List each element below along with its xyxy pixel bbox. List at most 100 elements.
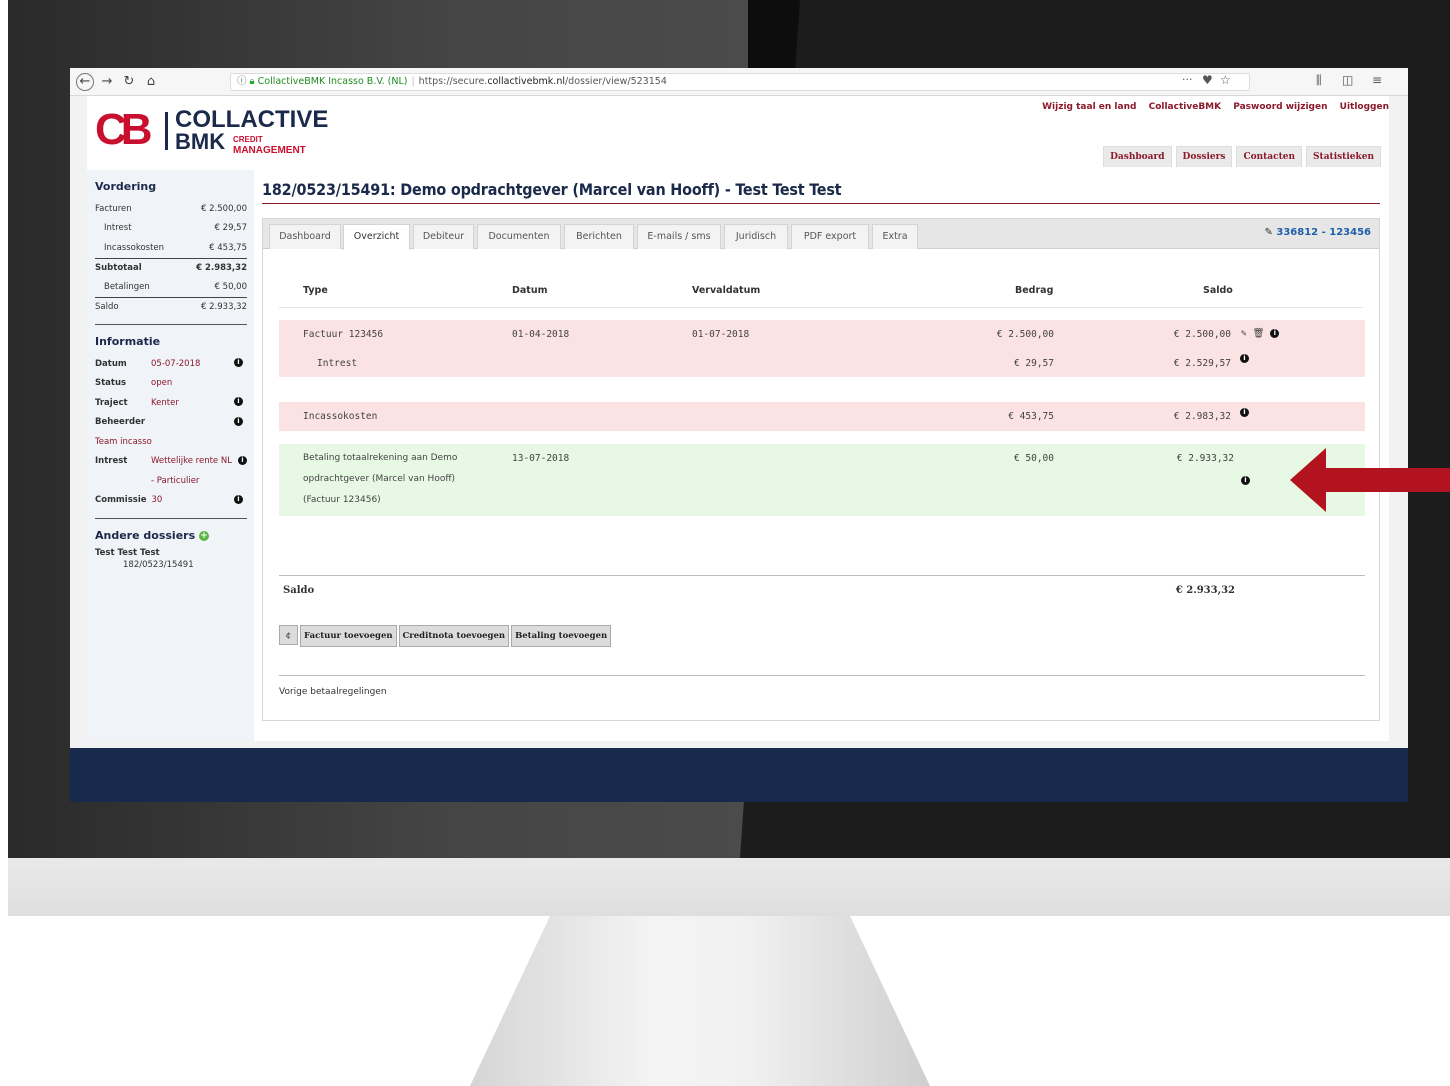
delete-icon[interactable]: 🗑︎ <box>1252 328 1264 339</box>
cell-datum: 13-07-2018 <box>512 453 570 464</box>
cell-sub-bedrag: € 29,57 <box>1013 358 1054 369</box>
cell-bedrag: € 2.500,00 <box>996 329 1054 340</box>
row-label: Intrest <box>95 456 128 467</box>
row-label: Betalingen <box>104 281 150 292</box>
vordering-title: Vordering <box>95 180 157 193</box>
info-icon[interactable]: ⓘ <box>237 76 247 87</box>
dossier-number-link[interactable]: ✎ 336812 - 123456 <box>1265 227 1371 238</box>
info-row-status: Status open <box>95 374 247 394</box>
info-icon[interactable]: i <box>234 416 243 426</box>
cell-type-line1: Betaling totaalrekening aan Demo <box>303 453 458 463</box>
info-icon[interactable]: i <box>1240 408 1249 417</box>
logo-line4: MANAGEMENT <box>233 145 306 156</box>
action-buttons: ¢ Factuur toevoegen Creditnota toevoegen… <box>279 625 612 647</box>
vordering-row: Intrest € 29,57 <box>95 219 247 239</box>
main-nav: Dashboard Dossiers Contacten Statistieke… <box>1103 146 1381 167</box>
nav-statistieken[interactable]: Statistieken <box>1306 146 1381 167</box>
add-creditnote-button[interactable]: Creditnota toevoegen <box>398 625 510 647</box>
info-row-beheerder-value: Team incasso <box>95 432 247 452</box>
table-row: Incassokosten € 453,75 € 2.983,32 i <box>279 402 1365 431</box>
tab-documenten[interactable]: Documenten <box>477 224 561 249</box>
row-label: Traject <box>95 397 128 408</box>
info-icon[interactable]: i <box>1241 476 1250 485</box>
sidebar-icon[interactable]: ◫ <box>1342 73 1353 87</box>
table-row: Factuur 123456 01-04-2018 01-07-2018 € 2… <box>279 320 1365 377</box>
add-icon[interactable]: + <box>198 531 209 541</box>
row-value[interactable]: open <box>151 378 172 388</box>
cell-vervaldatum: 01-07-2018 <box>692 329 750 340</box>
tab-overzicht[interactable]: Overzicht <box>343 224 410 250</box>
reload-icon[interactable]: ↻ <box>120 73 138 91</box>
previous-arrangements-link[interactable]: Vorige betaalregelingen <box>279 687 387 697</box>
tab-pdf-export[interactable]: PDF export <box>791 224 869 249</box>
tab-juridisch[interactable]: Juridisch <box>724 224 788 249</box>
edit-icon[interactable]: ✎ <box>1241 328 1247 339</box>
add-invoice-button[interactable]: Factuur toevoegen <box>300 625 397 647</box>
summary-value: € 2.933,32 <box>1175 585 1235 596</box>
nav-dossiers[interactable]: Dossiers <box>1175 146 1233 167</box>
nav-contacten[interactable]: Contacten <box>1236 146 1303 167</box>
info-row-traject: Traject Kenter i <box>95 393 247 413</box>
info-icon[interactable]: i <box>234 397 243 406</box>
andere-dossier-number[interactable]: 182/0523/15491 <box>95 560 247 570</box>
andere-dossiers-label: Andere dossiers <box>95 529 196 542</box>
forward-icon[interactable]: → <box>98 73 116 91</box>
info-icon[interactable]: i <box>1240 354 1249 363</box>
andere-dossier-name[interactable]: Test Test Test <box>95 548 247 558</box>
cell-type-line2: opdrachtgever (Marcel van Hooff) <box>303 474 456 484</box>
row-value[interactable]: Wettelijke rente NL <box>151 456 232 466</box>
sidebar-divider <box>95 518 247 519</box>
edit-icon[interactable]: ✎ <box>1265 227 1273 238</box>
info-row-intrest: Intrest Wettelijke rente NL i <box>95 452 247 472</box>
summary-label: Saldo <box>283 585 315 596</box>
row-value: € 2.933,32 <box>201 301 247 312</box>
more-actions-icon[interactable]: ··· <box>1182 73 1193 86</box>
tab-debiteur[interactable]: Debiteur <box>413 224 474 249</box>
tab-extra[interactable]: Extra <box>872 224 918 249</box>
row-label: Beheerder <box>95 417 146 428</box>
link-change-password[interactable]: Paswoord wijzigen <box>1233 102 1327 112</box>
home-icon[interactable]: ⌂ <box>142 73 160 91</box>
page-title: 182/0523/15491: Demo opdrachtgever (Marc… <box>262 180 1380 204</box>
add-payment-button[interactable]: Betaling toevoegen <box>511 625 612 647</box>
sidebar: Vordering Facturen € 2.500,00 Intrest € 29… <box>87 170 254 741</box>
nav-dashboard[interactable]: Dashboard <box>1103 146 1172 167</box>
row-value: 05-07-2018 <box>151 358 201 369</box>
link-account[interactable]: CollactiveBMK <box>1149 102 1222 112</box>
logo-divider <box>165 112 168 150</box>
url-bar[interactable]: ⓘ 🔒︎ CollactiveBMK Incasso B.V. (NL) | htt… <box>230 73 1250 91</box>
cell-sub-saldo: € 2.529,57 <box>1173 358 1231 369</box>
library-icon[interactable]: ⫼ <box>1316 73 1322 88</box>
table-row: Betaling totaalrekening aan Demo opdrach… <box>279 444 1365 516</box>
pocket-icon[interactable]: ♥ <box>1202 73 1213 87</box>
tab-emails-sms[interactable]: E-mails / sms <box>637 224 721 249</box>
row-value[interactable]: Team incasso <box>95 437 152 447</box>
info-row-datum: Datum 05-07-2018 i <box>95 354 247 374</box>
cell-saldo: € 2.933,32 <box>1176 453 1234 464</box>
info-icon[interactable]: i <box>234 494 243 504</box>
info-icon[interactable]: i <box>238 455 247 465</box>
row-label: Datum <box>95 358 127 369</box>
cell-type: Incassokosten <box>303 411 378 422</box>
link-logout[interactable]: Uitloggen <box>1340 102 1389 112</box>
tab-berichten[interactable]: Berichten <box>564 224 634 249</box>
row-value: € 29,57 <box>214 223 247 234</box>
menu-icon[interactable]: ≡ <box>1372 73 1382 87</box>
back-icon[interactable]: ← <box>76 73 94 91</box>
collectivebmk-logo[interactable]: CB COLLACTIVE BMK CREDIT MANAGEMENT <box>95 105 328 156</box>
logo-cb-mark: CB <box>95 105 153 154</box>
header-divider <box>279 307 1363 308</box>
info-icon[interactable]: i <box>234 358 243 367</box>
row-value[interactable]: - Particulier <box>151 476 199 486</box>
dossier-number[interactable]: 336812 - 123456 <box>1276 227 1371 238</box>
row-value: € 2.500,00 <box>201 203 247 214</box>
link-change-language[interactable]: Wijzig taal en land <box>1042 102 1136 112</box>
info-icon[interactable]: i <box>1270 329 1280 338</box>
sidebar-divider <box>95 324 247 325</box>
row-info: i <box>1240 353 1249 364</box>
star-icon[interactable]: ☆ <box>1220 73 1231 87</box>
refresh-button[interactable]: ¢ <box>279 625 298 645</box>
tab-dashboard[interactable]: Dashboard <box>269 224 341 249</box>
row-value[interactable]: Kenter <box>151 398 179 408</box>
column-bedrag: Bedrag <box>1015 285 1054 296</box>
